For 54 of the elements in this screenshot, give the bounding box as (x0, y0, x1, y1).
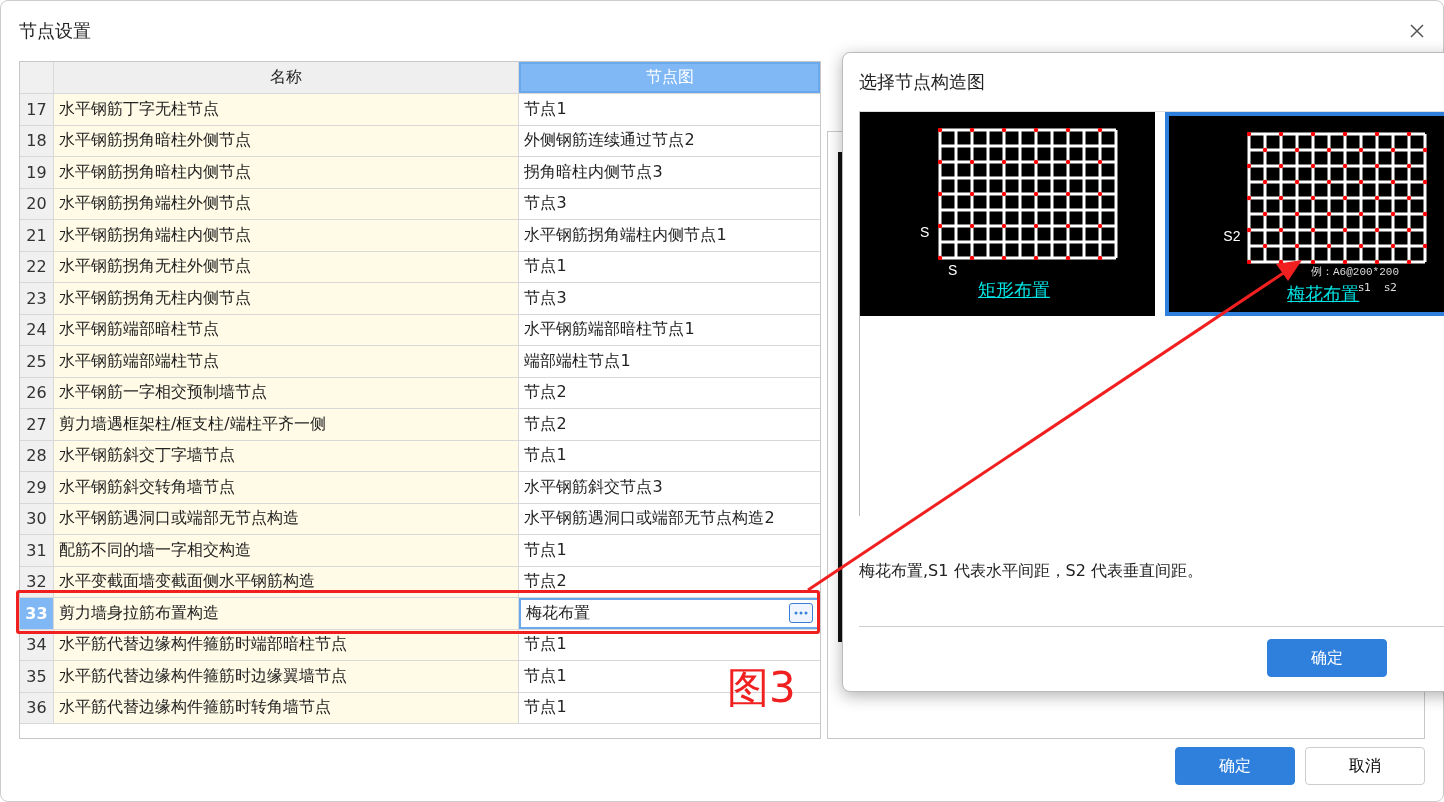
row-number[interactable]: 20 (20, 188, 54, 219)
popup-title: 选择节点构造图 (859, 70, 986, 94)
table-cell: 水平钢筋拐角端柱内侧节点 (53, 220, 520, 251)
spacing-label: s2 (1384, 281, 1397, 294)
table-cell: 剪力墙遇框架柱/框支柱/端柱平齐一侧 (53, 409, 520, 440)
row-number[interactable]: 25 (20, 346, 54, 377)
table-cell: 水平钢筋丁字无柱节点 (53, 94, 520, 125)
row-number[interactable]: 17 (20, 94, 54, 125)
row-number[interactable]: 29 (20, 472, 54, 503)
table-cell: 剪力墙身拉筋布置构造 (53, 598, 520, 629)
layout-option[interactable]: S S 矩形布置 (860, 112, 1156, 316)
spacing-label: S (920, 224, 930, 240)
ok-button[interactable]: 确定 (1267, 639, 1387, 677)
row-number[interactable]: 18 (20, 125, 54, 156)
column-header[interactable]: 名称 (53, 62, 520, 93)
spacing-label: s1 (1358, 281, 1371, 294)
row-number[interactable]: 36 (20, 692, 54, 723)
row-number[interactable]: 23 (20, 283, 54, 314)
table-cell: 水平钢筋端部暗柱节点 (53, 314, 520, 345)
window-title: 节点设置 (19, 19, 91, 43)
node-field[interactable]: 梅花布置 (519, 598, 820, 629)
row-number[interactable]: 19 (20, 157, 54, 188)
close-icon[interactable] (1409, 23, 1425, 39)
cancel-button[interactable]: 取消 (1305, 747, 1425, 785)
row-number[interactable]: 31 (20, 535, 54, 566)
more-icon[interactable] (789, 603, 813, 624)
table-cell: 水平钢筋拐角无柱内侧节点 (53, 283, 520, 314)
table-cell: 配筋不同的墙一字相交构造 (53, 535, 520, 566)
spacing-label: S (948, 262, 958, 278)
row-number[interactable]: 35 (20, 661, 54, 692)
table-cell: 水平钢筋遇洞口或端部无节点构造 (53, 503, 520, 534)
spacing-label: S2 (1223, 228, 1241, 244)
table-cell: 水平钢筋拐角暗柱内侧节点 (53, 157, 520, 188)
table-cell: 水平钢筋拐角无柱外侧节点 (53, 251, 520, 282)
row-number[interactable]: 28 (20, 440, 54, 471)
ok-button[interactable]: 确定 (1175, 747, 1295, 785)
row-number[interactable]: 26 (20, 377, 54, 408)
row-number[interactable]: 30 (20, 503, 54, 534)
row-number[interactable]: 24 (20, 314, 54, 345)
table-cell: 水平钢筋端部端柱节点 (53, 346, 520, 377)
table-cell: 水平筋代替边缘构件箍筋时转角墙节点 (53, 692, 520, 723)
table-cell: 水平钢筋拐角暗柱外侧节点 (53, 125, 520, 156)
row-number[interactable]: 27 (20, 409, 54, 440)
option-caption[interactable]: 梅花布置 (1287, 283, 1360, 305)
table-cell: 水平钢筋斜交转角墙节点 (53, 472, 520, 503)
row-number[interactable]: 21 (20, 220, 54, 251)
table-cell: 水平筋代替边缘构件箍筋时边缘翼墙节点 (53, 661, 520, 692)
table-cell: 水平钢筋斜交丁字墙节点 (53, 440, 520, 471)
example-text: 例：A6@200*200 (1311, 266, 1399, 279)
row-number[interactable]: 22 (20, 251, 54, 282)
table-cell: 水平钢筋拐角端柱外侧节点 (53, 188, 520, 219)
table-cell: 水平钢筋一字相交预制墙节点 (53, 377, 520, 408)
description-text: 梅花布置,S1 代表水平间距，S2 代表垂直间距。 (859, 516, 1444, 627)
option-caption[interactable]: 矩形布置 (978, 279, 1050, 301)
